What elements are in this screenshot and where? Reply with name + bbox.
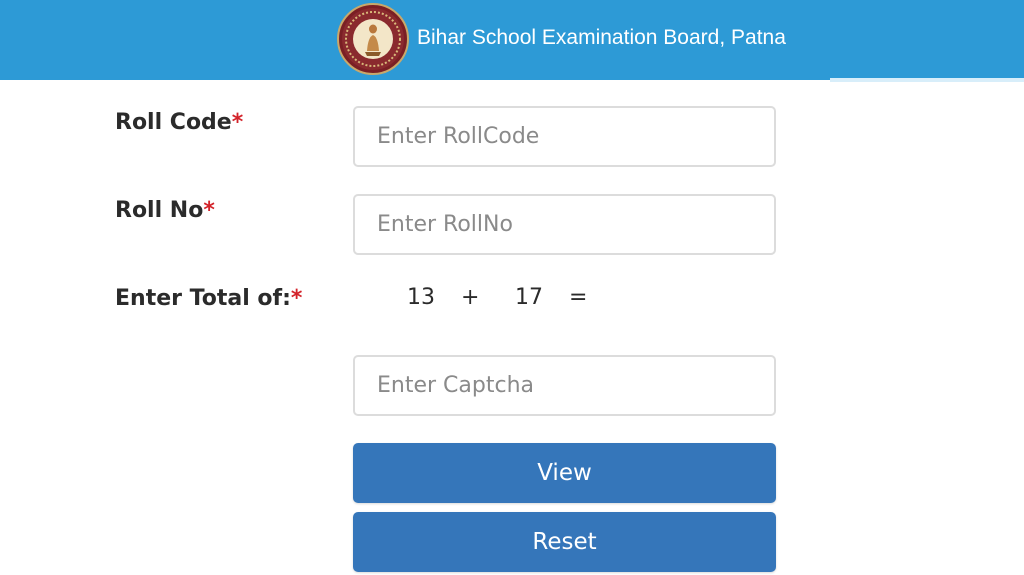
required-mark: * [203,198,215,223]
captcha-operand-1: 13 [407,285,435,310]
required-mark: * [231,110,244,135]
header-divider [830,78,1024,82]
reset-button[interactable]: Reset [353,512,776,572]
captcha-input[interactable] [353,355,776,416]
roll-code-input[interactable] [353,106,776,167]
roll-code-label: Roll Code* [115,110,243,135]
captcha-operand-2: 17 [515,285,543,310]
header-title: Bihar School Examination Board, Patna [417,26,786,49]
bseb-emblem-icon [337,3,409,75]
captcha-operator: + [461,285,480,310]
captcha-label-text: Enter Total of: [115,286,291,311]
view-button[interactable]: View [353,443,776,503]
roll-code-label-text: Roll Code [115,110,232,135]
roll-no-label: Roll No* [115,198,215,223]
roll-no-label-text: Roll No [115,198,204,223]
required-mark: * [290,286,303,311]
roll-no-input[interactable] [353,194,776,255]
captcha-label: Enter Total of:* [115,286,302,311]
captcha-equals: = [569,285,588,310]
